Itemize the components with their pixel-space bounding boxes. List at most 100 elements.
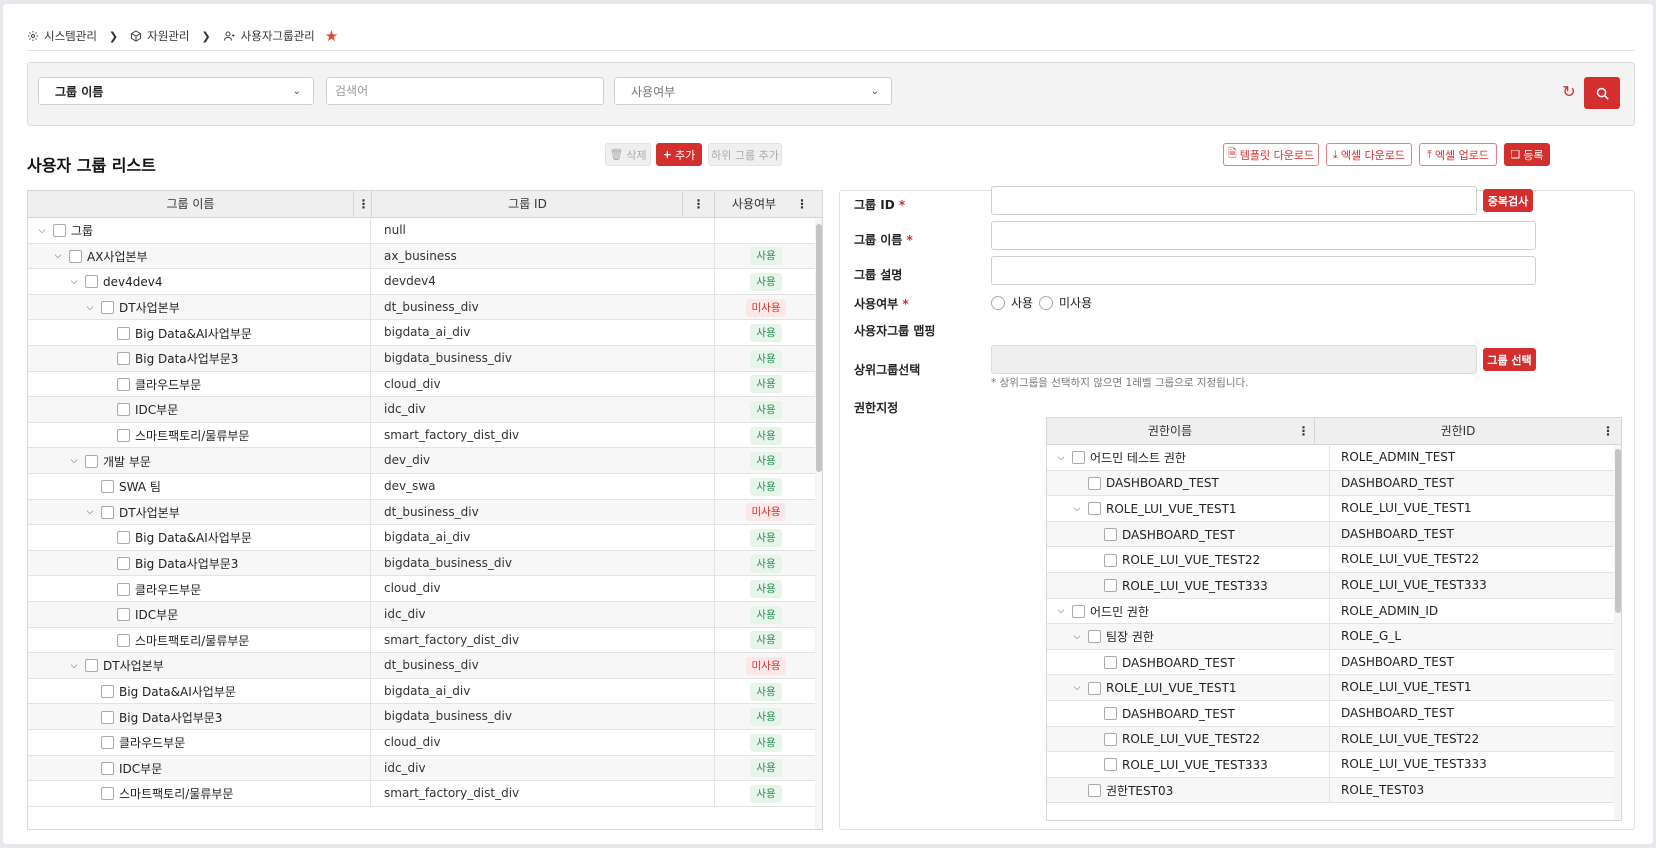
- radio-circle[interactable]: [991, 295, 1005, 310]
- nouse-radio[interactable]: 미사용: [1039, 294, 1092, 311]
- chevron-down-icon[interactable]: ⌵: [1071, 504, 1083, 514]
- row-checkbox[interactable]: [117, 557, 130, 571]
- star-icon[interactable]: ★: [325, 27, 338, 45]
- row-checkbox[interactable]: [1104, 707, 1117, 721]
- table-row[interactable]: DASHBOARD_TEST DASHBOARD_TEST: [1047, 521, 1615, 548]
- row-checkbox[interactable]: [101, 480, 114, 494]
- row-checkbox[interactable]: [1104, 656, 1117, 670]
- row-checkbox[interactable]: [117, 403, 130, 417]
- table-row[interactable]: IDC부문 idc_div 사용: [28, 602, 816, 628]
- group-select-button[interactable]: 그룹 선택: [1483, 348, 1536, 371]
- chevron-down-icon[interactable]: ⌵: [68, 661, 80, 671]
- add-sub-group-button[interactable]: 하위 그룹 추가: [708, 143, 782, 166]
- row-checkbox[interactable]: [1088, 681, 1101, 695]
- table-row[interactable]: ⌵ 팀장 권한 ROLE_G_L: [1047, 624, 1615, 650]
- chevron-down-icon[interactable]: ⌵: [68, 456, 80, 466]
- table-row[interactable]: ROLE_LUI_VUE_TEST333 ROLE_LUI_VUE_TEST333: [1047, 752, 1615, 778]
- table-row[interactable]: ⌵ DT사업본부 dt_business_div 미사용: [28, 653, 816, 679]
- table-row[interactable]: ⌵ dev4dev4 devdev4 사용: [28, 269, 816, 295]
- table-row[interactable]: Big Data&AI사업부문 bigdata_ai_div 사용: [28, 320, 816, 346]
- row-checkbox[interactable]: [1088, 502, 1101, 516]
- dup-check-button[interactable]: 중복검사: [1483, 189, 1533, 212]
- row-checkbox[interactable]: [85, 659, 98, 673]
- row-checkbox[interactable]: [101, 505, 114, 519]
- table-row[interactable]: ⌵ ROLE_LUI_VUE_TEST1 ROLE_LUI_VUE_TEST1: [1047, 675, 1615, 701]
- table-row[interactable]: ⌵ AX사업본부 ax_business 사용: [28, 243, 816, 270]
- table-row[interactable]: Big Data사업부문3 bigdata_business_div 사용: [28, 550, 816, 577]
- scrollbar-thumb[interactable]: [1615, 449, 1621, 613]
- row-checkbox[interactable]: [117, 633, 130, 647]
- row-checkbox[interactable]: [1104, 579, 1117, 593]
- row-checkbox[interactable]: [1072, 604, 1085, 618]
- row-checkbox[interactable]: [117, 582, 130, 596]
- chevron-down-icon[interactable]: ⌵: [84, 303, 96, 313]
- chevron-down-icon[interactable]: ⌵: [68, 277, 80, 287]
- excel-upload-button[interactable]: ⤒ 엑셀 업로드: [1419, 143, 1497, 166]
- chevron-down-icon[interactable]: ⌵: [1071, 632, 1083, 642]
- row-checkbox[interactable]: [117, 352, 130, 366]
- table-row[interactable]: 스마트팩토리/물류부문 smart_factory_dist_div 사용: [28, 781, 816, 807]
- row-checkbox[interactable]: [101, 761, 114, 775]
- chevron-down-icon[interactable]: ⌵: [1055, 453, 1067, 463]
- row-checkbox[interactable]: [53, 224, 66, 238]
- table-row[interactable]: ⌵ 개발 부문 dev_div 사용: [28, 448, 816, 474]
- row-checkbox[interactable]: [85, 275, 98, 289]
- table-row[interactable]: DASHBOARD_TEST DASHBOARD_TEST: [1047, 470, 1615, 497]
- chevron-down-icon[interactable]: ⌵: [84, 507, 96, 517]
- column-menu-icon[interactable]: ⋮: [1600, 418, 1616, 445]
- row-checkbox[interactable]: [101, 787, 114, 801]
- column-header-perm-name[interactable]: 권한이름: [1047, 418, 1293, 445]
- scrollbar[interactable]: [815, 218, 822, 829]
- table-row[interactable]: ⌵ 그룹 null: [28, 218, 816, 244]
- search-button[interactable]: [1584, 77, 1620, 109]
- table-row[interactable]: ⌵ DT사업본부 dt_business_div 미사용: [28, 499, 816, 526]
- breadcrumb-item-system[interactable]: 시스템관리: [27, 28, 97, 44]
- row-checkbox[interactable]: [117, 326, 130, 340]
- add-button[interactable]: + 추가: [656, 143, 702, 166]
- table-row[interactable]: IDC부문 idc_div 사용: [28, 755, 816, 782]
- search-field-select[interactable]: 그룹 이름 ⌄: [38, 77, 314, 105]
- template-download-button[interactable]: 🗎 템플릿 다운로드: [1223, 143, 1319, 166]
- column-menu-icon[interactable]: ⋮: [792, 191, 812, 218]
- row-checkbox[interactable]: [117, 429, 130, 443]
- table-row[interactable]: IDC부문 idc_div 사용: [28, 397, 816, 423]
- table-row[interactable]: 스마트팩토리/물류부문 smart_factory_dist_div 사용: [28, 422, 816, 449]
- table-row[interactable]: 클라우드부문 cloud_div 사용: [28, 371, 816, 398]
- row-checkbox[interactable]: [101, 685, 114, 699]
- scrollbar[interactable]: [1614, 445, 1621, 820]
- delete-button[interactable]: 🗑 삭제: [605, 143, 651, 166]
- table-row[interactable]: ⌵ 어드민 권한 ROLE_ADMIN_ID: [1047, 598, 1615, 625]
- column-menu-icon[interactable]: ⋮: [356, 191, 372, 218]
- table-row[interactable]: ⌵ ROLE_LUI_VUE_TEST1 ROLE_LUI_VUE_TEST1: [1047, 496, 1615, 522]
- use-status-select[interactable]: 사용여부 ⌄: [614, 77, 892, 105]
- breadcrumb-item-usergroup[interactable]: 사용자그룹관리: [223, 28, 315, 44]
- column-header-group-id[interactable]: 그룹 ID: [373, 191, 683, 218]
- table-row[interactable]: ROLE_LUI_VUE_TEST22 ROLE_LUI_VUE_TEST22: [1047, 726, 1615, 753]
- table-row[interactable]: ⌵ DT사업본부 dt_business_div 미사용: [28, 294, 816, 321]
- table-row[interactable]: Big Data사업부문3 bigdata_business_div 사용: [28, 704, 816, 730]
- table-row[interactable]: 스마트팩토리/물류부문 smart_factory_dist_div 사용: [28, 627, 816, 654]
- column-header-perm-id[interactable]: 권한ID: [1316, 418, 1600, 445]
- row-checkbox[interactable]: [1104, 758, 1117, 772]
- table-row[interactable]: DASHBOARD_TEST DASHBOARD_TEST: [1047, 701, 1615, 727]
- chevron-down-icon[interactable]: ⌵: [1071, 683, 1083, 693]
- column-header-group-name[interactable]: 그룹 이름: [28, 191, 354, 218]
- row-checkbox[interactable]: [69, 249, 82, 263]
- table-row[interactable]: Big Data&AI사업부문 bigdata_ai_div 사용: [28, 678, 816, 705]
- column-header-use[interactable]: 사용여부: [716, 191, 792, 218]
- table-row[interactable]: Big Data&AI사업부문 bigdata_ai_div 사용: [28, 525, 816, 551]
- scrollbar-thumb[interactable]: [816, 224, 822, 472]
- row-checkbox[interactable]: [1104, 553, 1117, 567]
- use-radio[interactable]: 사용: [991, 294, 1033, 311]
- row-checkbox[interactable]: [117, 531, 130, 545]
- row-checkbox[interactable]: [101, 710, 114, 724]
- table-row[interactable]: ROLE_LUI_VUE_TEST333 ROLE_LUI_VUE_TEST333: [1047, 573, 1615, 599]
- row-checkbox[interactable]: [1104, 528, 1117, 542]
- row-checkbox[interactable]: [117, 377, 130, 391]
- column-menu-icon[interactable]: ⋮: [1293, 418, 1315, 445]
- table-row[interactable]: DASHBOARD_TEST DASHBOARD_TEST: [1047, 649, 1615, 676]
- search-input[interactable]: [326, 77, 604, 105]
- table-row[interactable]: Big Data사업부문3 bigdata_business_div 사용: [28, 346, 816, 372]
- group-name-input[interactable]: [991, 221, 1536, 250]
- row-checkbox[interactable]: [1104, 732, 1117, 746]
